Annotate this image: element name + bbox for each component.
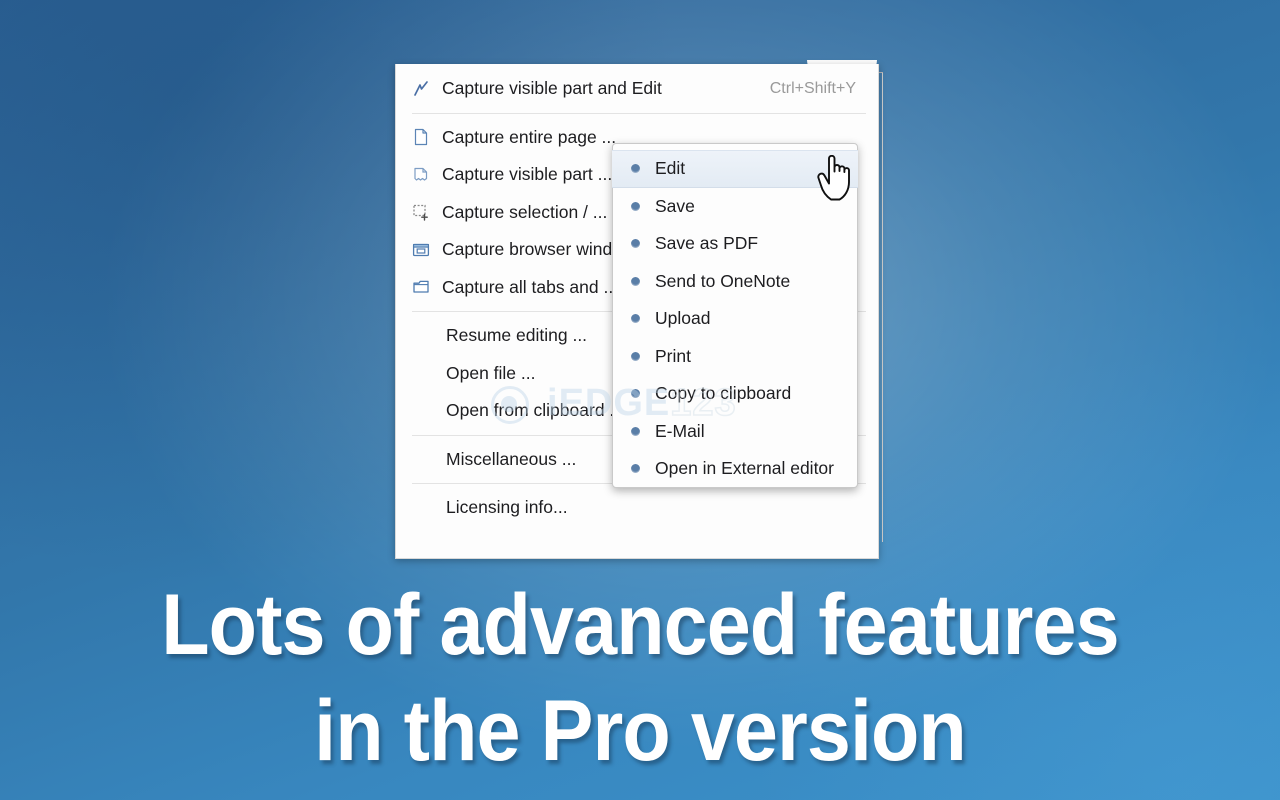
bullet-icon [631, 276, 640, 286]
page-icon [412, 128, 442, 146]
menu-item-label: Capture visible part and Edit [442, 78, 662, 99]
submenu-item-label: Copy to clipboard [655, 383, 792, 404]
bullet-icon [631, 164, 640, 174]
submenu-item-email[interactable]: E-Mail [613, 413, 857, 451]
menu-item-capture-visible-and-edit[interactable]: Capture visible part and Edit Ctrl+Shift… [396, 70, 878, 108]
bullet-icon [631, 389, 640, 399]
submenu-item-send-to-onenote[interactable]: Send to OneNote [613, 263, 857, 301]
submenu-item-label: Open in External editor [655, 458, 834, 479]
browser-window-icon [412, 241, 442, 259]
menu-item-shortcut: Ctrl+Shift+Y [769, 79, 856, 97]
submenu-item-upload[interactable]: Upload [613, 300, 857, 338]
bullet-icon [631, 314, 640, 324]
submenu-item-label: Upload [655, 308, 711, 329]
popup-right-edge [882, 72, 883, 542]
submenu-item-print[interactable]: Print [613, 338, 857, 376]
bullet-icon [631, 351, 640, 361]
tabs-icon [412, 278, 442, 296]
submenu-item-edit[interactable]: Edit [612, 150, 858, 188]
submenu-item-label: Save as PDF [655, 233, 759, 254]
submenu-item-label: E-Mail [655, 420, 705, 441]
submenu-item-save-as-pdf[interactable]: Save as PDF [613, 225, 857, 263]
submenu-item-label: Print [655, 345, 691, 366]
selection-plus-icon [412, 203, 442, 221]
submenu-item-copy-to-clipboard[interactable]: Copy to clipboard [613, 375, 857, 413]
torn-page-icon [412, 166, 442, 184]
bullet-icon [631, 239, 640, 249]
capture-action-submenu: Edit Save Save as PDF Send to OneNote Up… [612, 143, 858, 488]
submenu-item-label: Send to OneNote [655, 270, 791, 291]
menu-separator [412, 112, 866, 114]
menu-item-licensing-info[interactable]: Licensing info... [396, 489, 878, 527]
bullet-icon [631, 201, 640, 211]
bullet-icon [631, 464, 640, 474]
lightning-edit-icon [412, 80, 442, 98]
bullet-icon [631, 426, 640, 436]
menu-item-label: Licensing info... [446, 497, 568, 518]
submenu-item-save[interactable]: Save [613, 188, 857, 226]
submenu-item-label: Save [655, 195, 695, 216]
submenu-item-open-in-external-editor[interactable]: Open in External editor [613, 450, 857, 488]
submenu-item-label: Edit [655, 158, 686, 179]
